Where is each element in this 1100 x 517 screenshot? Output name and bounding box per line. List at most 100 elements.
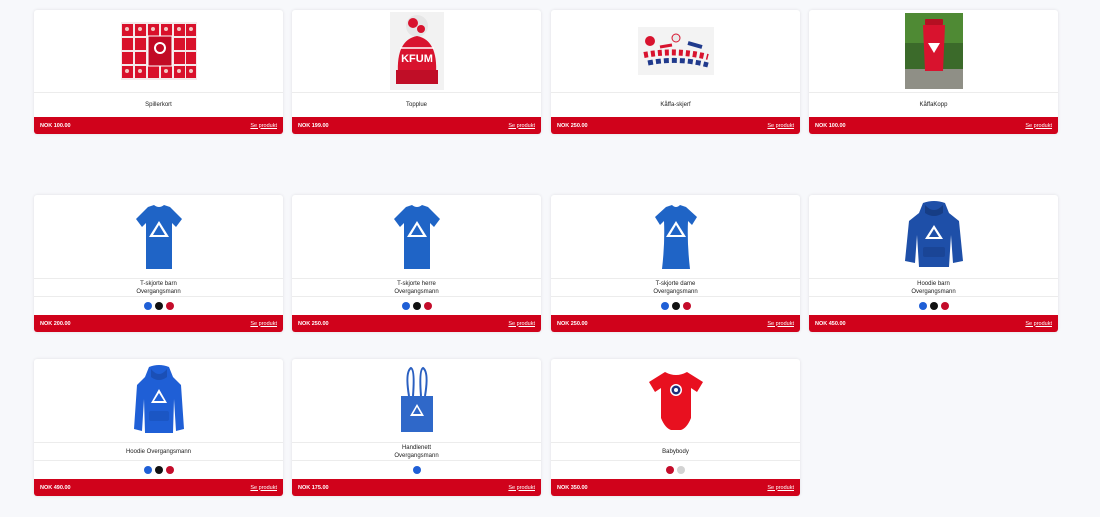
view-product-link[interactable]: Se produkt bbox=[250, 485, 277, 491]
color-swatch-blue[interactable] bbox=[143, 302, 152, 310]
product-price: NOK 250.00 bbox=[557, 320, 588, 327]
tshirt-image bbox=[135, 204, 182, 269]
color-swatch-black[interactable] bbox=[929, 302, 938, 310]
product-image[interactable] bbox=[551, 10, 800, 93]
view-product-link[interactable]: Se produkt bbox=[767, 321, 794, 327]
color-swatch-blue[interactable] bbox=[401, 302, 410, 310]
product-name: Hoodie barn Overgangsmann bbox=[809, 279, 1058, 297]
product-name: Hoodie Overgangsmann bbox=[34, 443, 283, 461]
product-footer: NOK 490.00 Se produkt bbox=[34, 479, 283, 496]
view-product-link[interactable]: Se produkt bbox=[250, 123, 277, 129]
product-price: NOK 175.00 bbox=[298, 484, 329, 491]
product-price: NOK 100.00 bbox=[815, 122, 846, 129]
view-product-link[interactable]: Se produkt bbox=[1025, 123, 1052, 129]
color-swatch-black[interactable] bbox=[671, 302, 680, 310]
color-swatch-grey[interactable] bbox=[677, 466, 685, 474]
product-price: NOK 350.00 bbox=[557, 484, 588, 491]
product-name: Kåffa-skjerf bbox=[660, 102, 691, 108]
product-card[interactable]: T-skjorte barn Overgangsmann NOK 200.00 … bbox=[34, 195, 283, 332]
product-image[interactable] bbox=[292, 195, 541, 279]
product-footer: NOK 250.00 Se produkt bbox=[551, 315, 800, 332]
product-name: Babybody bbox=[551, 443, 800, 461]
babybody-image bbox=[648, 371, 703, 430]
product-footer: NOK 200.00 Se produkt bbox=[34, 315, 283, 332]
color-swatch-blue[interactable] bbox=[143, 466, 152, 474]
product-name: T-skjorte dame Overgangsmann bbox=[551, 279, 800, 297]
color-swatches bbox=[34, 297, 283, 315]
color-swatch-red[interactable] bbox=[165, 302, 174, 310]
product-price: NOK 199.00 bbox=[298, 122, 329, 129]
product-image[interactable] bbox=[34, 359, 283, 443]
product-footer: NOK 100.00 Se produkt bbox=[809, 117, 1058, 134]
product-footer: NOK 250.00 Se produkt bbox=[292, 315, 541, 332]
product-price: NOK 100.00 bbox=[40, 122, 71, 129]
product-image[interactable] bbox=[809, 10, 1058, 93]
color-swatches bbox=[809, 297, 1058, 315]
color-swatches bbox=[292, 461, 541, 479]
color-swatches bbox=[551, 297, 800, 315]
scarf-image bbox=[637, 27, 714, 75]
product-footer: NOK 199.00 Se produkt bbox=[292, 117, 541, 134]
view-product-link[interactable]: Se produkt bbox=[508, 321, 535, 327]
product-footer: NOK 250.00 Se produkt bbox=[551, 117, 800, 134]
product-image[interactable]: KFUM bbox=[292, 10, 541, 93]
color-swatch-blue[interactable] bbox=[918, 302, 927, 310]
color-swatch-blue[interactable] bbox=[660, 302, 669, 310]
product-price: NOK 250.00 bbox=[557, 122, 588, 129]
player-cards-image bbox=[120, 22, 197, 80]
product-grid: Spillerkort NOK 100.00 Se produkt KFUM T… bbox=[0, 0, 1100, 517]
product-name: KåffaKopp bbox=[919, 102, 948, 108]
product-image[interactable] bbox=[34, 195, 283, 279]
svg-text:KFUM: KFUM bbox=[401, 53, 433, 65]
tshirt-image bbox=[393, 204, 440, 269]
hoodie-image bbox=[904, 200, 963, 267]
product-price: NOK 250.00 bbox=[298, 320, 329, 327]
product-image[interactable] bbox=[809, 195, 1058, 279]
product-image[interactable] bbox=[292, 359, 541, 443]
product-footer: NOK 450.00 Se produkt bbox=[809, 315, 1058, 332]
product-price: NOK 450.00 bbox=[815, 320, 846, 327]
product-name: Handlenett Overgangsmann bbox=[292, 443, 541, 461]
color-swatch-blue[interactable] bbox=[412, 466, 421, 474]
color-swatch-red[interactable] bbox=[165, 466, 174, 474]
product-name: T-skjorte barn Overgangsmann bbox=[34, 279, 283, 297]
product-card[interactable]: Handlenett Overgangsmann NOK 175.00 Se p… bbox=[292, 359, 541, 496]
color-swatch-red[interactable] bbox=[682, 302, 691, 310]
color-swatch-red[interactable] bbox=[940, 302, 949, 310]
color-swatch-black[interactable] bbox=[154, 466, 163, 474]
hoodie-image bbox=[133, 364, 184, 433]
product-price: NOK 200.00 bbox=[40, 320, 71, 327]
product-price: NOK 490.00 bbox=[40, 484, 71, 491]
color-swatch-black[interactable] bbox=[154, 302, 163, 310]
product-card[interactable]: T-skjorte herre Overgangsmann NOK 250.00… bbox=[292, 195, 541, 332]
tote-bag-image bbox=[400, 366, 433, 432]
color-swatch-red[interactable] bbox=[423, 302, 432, 310]
product-image[interactable] bbox=[551, 359, 800, 443]
product-card[interactable]: KFUM Topplue NOK 199.00 Se produkt bbox=[292, 10, 541, 134]
color-swatches bbox=[34, 461, 283, 479]
product-card[interactable]: Spillerkort NOK 100.00 Se produkt bbox=[34, 10, 283, 134]
product-image[interactable] bbox=[34, 10, 283, 93]
product-card[interactable]: KåffaKopp NOK 100.00 Se produkt bbox=[809, 10, 1058, 134]
product-image[interactable] bbox=[551, 195, 800, 279]
view-product-link[interactable]: Se produkt bbox=[767, 485, 794, 491]
product-footer: NOK 100.00 Se produkt bbox=[34, 117, 283, 134]
product-card[interactable]: Kåffa-skjerf NOK 250.00 Se produkt bbox=[551, 10, 800, 134]
product-name: T-skjorte herre Overgangsmann bbox=[292, 279, 541, 297]
product-card[interactable]: T-skjorte dame Overgangsmann NOK 250.00 … bbox=[551, 195, 800, 332]
view-product-link[interactable]: Se produkt bbox=[508, 123, 535, 129]
color-swatch-red[interactable] bbox=[666, 466, 674, 474]
view-product-link[interactable]: Se produkt bbox=[250, 321, 277, 327]
view-product-link[interactable]: Se produkt bbox=[508, 485, 535, 491]
color-swatch-black[interactable] bbox=[412, 302, 421, 310]
product-card[interactable]: Babybody NOK 350.00 Se produkt bbox=[551, 359, 800, 496]
cup-image bbox=[904, 13, 963, 89]
view-product-link[interactable]: Se produkt bbox=[1025, 321, 1052, 327]
product-card[interactable]: Hoodie Overgangsmann NOK 490.00 Se produ… bbox=[34, 359, 283, 496]
tshirt-image bbox=[654, 204, 697, 269]
view-product-link[interactable]: Se produkt bbox=[767, 123, 794, 129]
beanie-image: KFUM bbox=[389, 12, 444, 90]
product-footer: NOK 175.00 Se produkt bbox=[292, 479, 541, 496]
color-swatches bbox=[292, 297, 541, 315]
product-card[interactable]: Hoodie barn Overgangsmann NOK 450.00 Se … bbox=[809, 195, 1058, 332]
